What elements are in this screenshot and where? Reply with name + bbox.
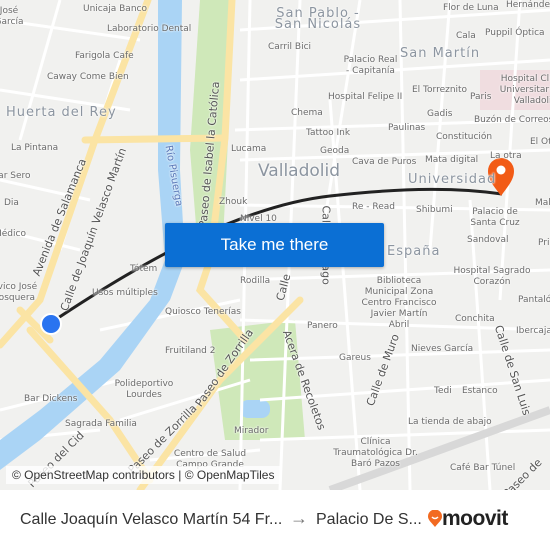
map-label: Chema [291,108,323,118]
map-label: Gadis [427,109,453,119]
map-label: Tótem [130,264,158,274]
map-label: Buzón de Correos [474,115,550,125]
map-label: San Martín [400,46,481,61]
map-label: Caway Come Bien [47,72,129,82]
map-label: Café Bar Túnel [450,463,516,473]
map-label: España [387,244,441,259]
map-label: Hospital Felipe II [328,92,403,102]
map-label: Unicaja Banco [83,4,147,14]
map-label: Cívico José Mosquera [0,282,38,303]
map-label: Dia [4,198,19,208]
map-label: Hospital Clínico Universitario de Vallad… [499,74,550,106]
map-label: Pantaló [518,295,550,305]
map-label: Bar Sero [0,171,31,181]
map-label: Estanco [462,386,498,396]
map-label: Biblioteca Municipal Zona Centro Francis… [361,276,437,330]
map-label: Tedi [434,386,452,396]
map-label: Bar Dickens [24,394,78,404]
map-label: Shibumi [416,205,453,215]
map-label: La tienda de abajo [408,417,492,427]
map-label: Médico [0,229,26,239]
map-label: Huerta del Rey [6,105,117,120]
map-label: Tattoo Ink [306,128,351,138]
map-attribution[interactable]: © OpenStreetMap contributors | © OpenMap… [6,466,281,484]
map-label: Usos múltiples [92,288,158,298]
map-label: La Pintana [11,143,59,153]
map-label: Laboratorio Dental [107,24,192,34]
map-label: Farigola Cafe [75,51,134,61]
bottom-bar: Calle Joaquín Velasco Martín 54 Fr... → … [0,490,550,550]
origin-name: Calle Joaquín Velasco Martín 54 Fr... [20,511,283,528]
map-label: José García [0,6,24,27]
map-label: Fruitiland 2 [165,346,216,356]
map-label: Polideportivo Lourdes [114,379,174,400]
map-label: Sandoval [467,235,509,245]
map-label: Ibercaja [516,326,550,336]
origin-marker [40,313,62,335]
map-label: Cala [456,31,476,41]
arrow-right-icon: → [290,508,308,528]
map-label: Flor de Luna [443,3,499,13]
map-label: Rodilla [240,276,271,286]
moovit-pin-icon [428,510,442,527]
brand-name: moovit [442,507,508,530]
map-label: Nieves García [411,344,474,354]
map-label: Paris [470,92,492,102]
map-label: Paulinas [388,123,426,133]
map-label: Conchita [455,314,495,324]
map-label: Panero [307,321,338,331]
map-label: Hospital Sagrado Corazón [453,266,531,287]
map-label: El Torreznito [412,85,468,95]
map-label: Constitución [436,132,493,142]
map-label: Palacio de Santa Cruz [470,207,520,228]
map-label: Re - Read [352,202,395,212]
map-label: Quiosco Tenerías [165,307,241,317]
map-label: Gareus [339,353,371,363]
map-label: El Ot [530,137,550,147]
take-me-there-button[interactable]: Take me there [165,223,384,267]
map-label: Valladolid [258,161,341,181]
map-label: Puppil Óptica [485,28,545,38]
map-label: Carril Bici [268,42,312,52]
map-label: Zhouk [219,197,248,207]
map-label: Mata digital [425,155,479,165]
moovit-logo: moovit [428,507,508,531]
map-label: La otra [490,151,522,161]
map-label: San Pablo - San Nicolás [274,6,362,32]
map[interactable]: Unicaja Banco Laboratorio Dental Farigol… [0,0,550,490]
map-label: Universidad [408,172,497,187]
map-label: Pri [538,238,550,248]
map-label: Geoda [320,146,350,156]
map-label: Sagrada Familia [65,419,137,429]
map-label: Hernández [506,0,550,10]
map-label: Lucama [231,144,267,154]
map-label: Mal [535,198,550,208]
map-label: Clínica Traumatológica Dr. Baró Pazos [333,437,418,469]
map-label: Mirador [234,426,269,436]
destination-name: Palacio De S... [316,511,422,528]
map-label: Cava de Puros [352,157,417,167]
map-label: Palacio Real - Capitanía [343,55,398,76]
